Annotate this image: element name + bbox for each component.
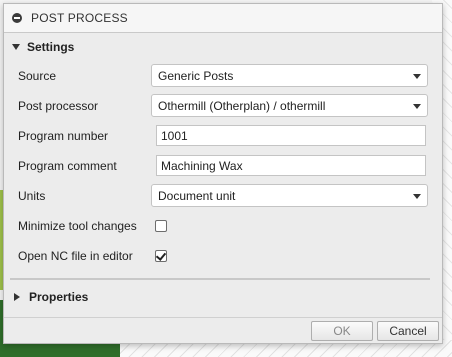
ok-button[interactable]: OK — [311, 321, 373, 341]
properties-section-label: Properties — [29, 290, 89, 304]
program-number-label: Program number — [18, 129, 109, 143]
post-process-dialog: POST PROCESS Settings Source Generic Pos… — [3, 3, 443, 344]
source-select[interactable]: Generic Posts — [151, 64, 428, 87]
section-divider — [10, 278, 430, 280]
settings-section-header[interactable]: Settings — [12, 39, 74, 55]
chevron-down-icon — [413, 194, 421, 199]
units-value: Document unit — [158, 188, 236, 203]
chevron-down-icon — [413, 74, 421, 79]
chevron-down-icon — [413, 104, 421, 109]
minus-circle-icon[interactable] — [12, 13, 22, 23]
settings-section-label: Settings — [27, 40, 75, 54]
program-number-input[interactable] — [156, 125, 426, 146]
post-processor-value: Othermill (Otherplan) / othermill — [158, 98, 326, 113]
source-label: Source — [18, 69, 57, 83]
source-value: Generic Posts — [158, 68, 234, 83]
units-label: Units — [18, 189, 46, 203]
minimize-tool-changes-checkbox[interactable] — [155, 220, 167, 232]
post-processor-label: Post processor — [18, 99, 99, 113]
open-nc-file-checkbox[interactable] — [155, 250, 167, 262]
program-comment-label: Program comment — [18, 159, 117, 173]
dialog-titlebar[interactable]: POST PROCESS — [4, 4, 442, 33]
minimize-tool-changes-label: Minimize tool changes — [18, 219, 137, 233]
checkmark-icon — [155, 250, 167, 261]
dialog-title: POST PROCESS — [31, 11, 128, 25]
properties-section-header[interactable]: Properties — [12, 289, 88, 305]
footer-divider — [4, 317, 442, 318]
program-comment-input[interactable] — [156, 155, 426, 176]
open-nc-file-label: Open NC file in editor — [18, 249, 133, 263]
units-select[interactable]: Document unit — [151, 184, 428, 207]
cancel-button[interactable]: Cancel — [377, 321, 439, 341]
triangle-down-icon[interactable] — [12, 44, 20, 50]
triangle-right-icon[interactable] — [14, 293, 20, 301]
post-processor-select[interactable]: Othermill (Otherplan) / othermill — [151, 94, 428, 117]
